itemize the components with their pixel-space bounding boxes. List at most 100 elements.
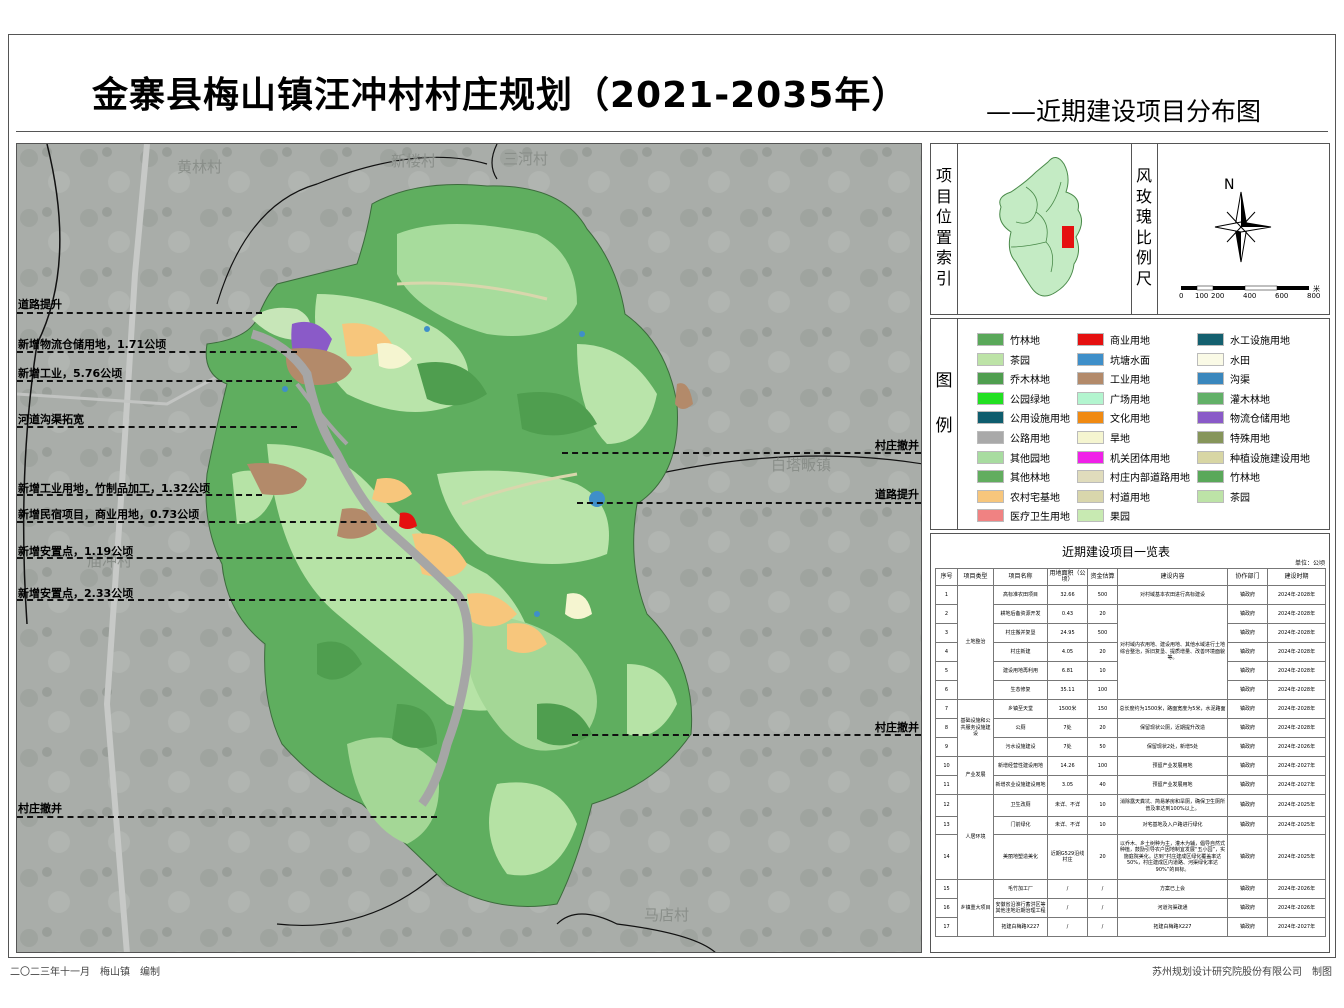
callout-logistics: 新增物流仓储用地，1.71公顷: [18, 338, 167, 351]
footer-cartographer: 苏州规划设计研究院股份有限公司 制图: [1152, 967, 1332, 978]
legend-label-text: 果园: [1110, 512, 1130, 524]
legend-label-text: 乔木林地: [1010, 375, 1050, 387]
cell-fund: /: [1087, 898, 1118, 918]
callout-leader: [17, 351, 297, 353]
legend-label-text: 灌木林地: [1230, 394, 1270, 406]
cell-period: 2024年-2028年: [1267, 680, 1326, 700]
callout-industry: 新增工业，5.76公顷: [18, 367, 123, 380]
cell-no: 14: [935, 834, 958, 880]
callout-leader: [17, 521, 397, 523]
cell-name: 耕地后备资源开发: [993, 604, 1048, 624]
cell-fund: 20: [1087, 604, 1118, 624]
legend-label-text: 商业用地: [1110, 336, 1150, 347]
legend-swatch: [977, 431, 1004, 444]
cell-no: 13: [935, 816, 958, 835]
legend-item: 灌木林地: [1197, 391, 1270, 406]
cell-area: 35.11: [1047, 680, 1088, 700]
title-divider: [16, 131, 1328, 132]
cell-type: 土地整治: [957, 585, 994, 700]
callout-leader: [562, 452, 921, 454]
legend-label-text: 水田: [1230, 355, 1250, 367]
cell-no: 3: [935, 623, 958, 643]
footer-compiler: 二〇二三年十一月 梅山镇 编制: [10, 967, 160, 978]
legend-item: 其他林地: [977, 469, 1050, 484]
legend-item: 公园绿地: [977, 391, 1050, 406]
cell-area: 未详、不详: [1047, 816, 1088, 835]
scale-tick: 600: [1275, 292, 1289, 300]
legend-label-text: 医疗卫生用地: [1010, 512, 1070, 524]
legend-item: 坑塘水面: [1077, 352, 1150, 367]
legend-item: 公用设施用地: [977, 410, 1070, 425]
cell-dept: 镇政府: [1227, 585, 1268, 605]
cell-no: 1: [935, 585, 958, 605]
legend-label-text: 公路用地: [1010, 434, 1050, 445]
scale-unit: 米: [1313, 285, 1320, 293]
table-row: 1 土地整治 高标准农田项目 32.66 500 对村域基本农田进行高标建设 镇政府 2024…: [935, 585, 1326, 700]
legend-label-text: 其他园地: [1010, 453, 1050, 465]
cell-name: 毛竹加工厂: [993, 879, 1048, 899]
legend-label-text: 水工设施用地: [1230, 336, 1290, 347]
cell-period: 2024年-2028年: [1267, 699, 1326, 719]
table-row: 13 门前绿化 未详、不详 10 对宅基地及入户路进行绿化 镇政府 2024年-2025年: [935, 816, 1326, 835]
place-label: 新楼村: [391, 152, 437, 170]
legend-swatch: [977, 411, 1004, 425]
callout-river: 河道沟渠拓宽: [18, 413, 84, 426]
cell-dept: 镇政府: [1227, 917, 1268, 937]
cell-area: 0.43: [1047, 604, 1088, 624]
planning-map[interactable]: 黄林村 新楼村 三河村 白塔畈镇 庙冲村 马店村 道路提升 新增物流仓储用地，1…: [16, 143, 922, 953]
legend-label-text: 物流仓储用地: [1230, 414, 1290, 426]
cell-dept: 镇政府: [1227, 680, 1268, 700]
legend-swatch: [1197, 391, 1224, 405]
legend-swatch: [1077, 489, 1104, 503]
table-row: 15 乡镇重大项目 毛竹加工厂 / / 方案已上会 镇政府 2024年-2026年: [935, 879, 1326, 937]
legend-item: 其他园地: [977, 450, 1050, 465]
cell-no: 5: [935, 661, 958, 681]
cell-dept: 镇政府: [1227, 718, 1268, 738]
legend-swatch: [1077, 450, 1104, 464]
table-header: 用地面积（公顷）: [1047, 568, 1088, 586]
cell-fund: 500: [1087, 585, 1118, 605]
cell-type: 人居环境: [957, 794, 994, 880]
cell-period: 2024年-2028年: [1267, 661, 1326, 681]
cell-period: 2024年-2028年: [1267, 604, 1326, 624]
legend-swatch: [1077, 333, 1104, 346]
north-arrow-label: N: [1224, 177, 1235, 193]
cell-dept: 镇政府: [1227, 775, 1268, 795]
cell-fund: 40: [1087, 775, 1118, 795]
table-row: 16 安徽省沿淮行蓄洪区等其他洼地近期治理工程 / / 河道沟渠疏通 镇政府 2024年-2…: [935, 898, 1326, 918]
legend-swatch: [977, 489, 1004, 503]
legend-item: 物流仓储用地: [1197, 410, 1290, 425]
cell-content: 保留现状2处，新增5处: [1117, 737, 1228, 757]
legend-item: 公路用地: [977, 430, 1050, 445]
legend-swatch: [1197, 431, 1224, 444]
cell-area: 未详、不详: [1047, 794, 1088, 817]
cell-fund: 10: [1087, 816, 1118, 835]
cell-fund: 100: [1087, 680, 1118, 700]
table-row: 8 公厕 7处 20 保留现状公厕，近期提升改造 镇政府 2024年-2028年: [935, 718, 1326, 738]
table-row: 11 新增农业设施建设用地 3.05 40 预留产业发展用地 镇政府 2024年-2027年: [935, 775, 1326, 795]
cell-fund: 100: [1087, 756, 1118, 776]
table-header: 资金估算: [1087, 568, 1118, 586]
cell-name: 生态修复: [993, 680, 1048, 700]
legend-swatch: [977, 509, 1004, 523]
cell-fund: 10: [1087, 661, 1118, 681]
cell-period: 2024年-2027年: [1267, 917, 1326, 937]
cell-period: 2024年-2026年: [1267, 879, 1326, 899]
cell-no: 17: [935, 917, 958, 937]
legend-item: 广场用地: [1077, 391, 1150, 406]
cell-name: 村庄搬并复垦: [993, 623, 1048, 643]
cell-name: 村庄新建: [993, 642, 1048, 662]
table-header: 项目类型: [957, 568, 994, 586]
cell-area: 近期G529沿线村庄: [1047, 834, 1088, 880]
cell-fund: 20: [1087, 834, 1118, 880]
legend-swatch: [1077, 470, 1104, 484]
cell-content: 预留产业发展用地: [1117, 756, 1228, 776]
cell-no: 8: [935, 718, 958, 738]
legend-label-text: 种植设施建设用地: [1230, 453, 1310, 465]
cell-content: 预留产业发展用地: [1117, 775, 1228, 795]
cell-period: 2024年-2025年: [1267, 794, 1326, 817]
cell-name: 公厕: [993, 718, 1048, 738]
cell-name: 高标准农田项目: [993, 585, 1048, 605]
cell-dept: 镇政府: [1227, 794, 1268, 817]
cell-fund: /: [1087, 917, 1118, 937]
